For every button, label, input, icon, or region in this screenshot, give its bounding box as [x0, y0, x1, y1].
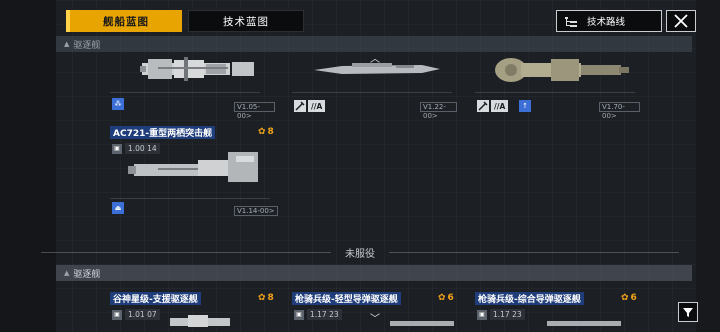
level-icon: ▣	[294, 309, 304, 320]
ship-level: ▣ 1.01 07	[112, 309, 160, 320]
version-tag: V1.14-00>	[234, 206, 278, 216]
version-tag: V1.05-00>	[234, 102, 275, 120]
collapse-triangle-icon: ▲	[64, 40, 70, 48]
tab-tech-blueprint[interactable]: 技术蓝图	[188, 10, 304, 32]
ship-card-ceres[interactable]: 谷神星级-支援驱逐舰 ✿ 8 ▣ 1.01 07	[110, 292, 280, 332]
ship-card-1[interactable]: ⁂ V1.05-00>	[110, 52, 275, 120]
close-button[interactable]	[666, 10, 696, 32]
divider-line	[389, 252, 679, 253]
ship-name: 枪骑兵级-轻型导弹驱逐舰	[292, 292, 401, 305]
right-margin	[696, 0, 720, 332]
cost-gear-icon: ✿	[621, 293, 629, 303]
unit-icon: ⁂	[112, 98, 124, 110]
cost-gear-icon: ✿	[258, 127, 266, 137]
level-icon: ▣	[112, 143, 122, 154]
collapse-triangle-icon: ▲	[64, 269, 70, 277]
level-icon: ▣	[112, 309, 122, 320]
close-icon	[674, 14, 688, 28]
uncommissioned-divider: 未服役	[0, 245, 720, 260]
ship-name: 谷神星级-支援驱逐舰	[110, 292, 201, 305]
ship-image	[140, 57, 254, 81]
tech-tree-icon	[565, 17, 577, 27]
ship-card-2[interactable]: ︿ //A V1.22-00>	[292, 50, 457, 120]
filter-icon	[683, 308, 693, 317]
ship-card-3[interactable]: //A ↑ V1.70-00>	[475, 52, 640, 120]
tech-route-label: 技术路线	[587, 17, 626, 28]
class-tag: //A	[491, 100, 509, 112]
class-tag: //A	[308, 100, 326, 112]
ship-name: AC721-重型两栖突击舰	[110, 126, 216, 139]
ship-card-lancer-light[interactable]: 枪骑兵级-轻型导弹驱逐舰 ✿ 6 ▣ 1.17 23 ﹀	[292, 292, 462, 332]
ship-image	[390, 321, 454, 326]
version-tag: V1.70-00>	[599, 102, 640, 120]
ship-name: 枪骑兵级-综合导弹驱逐舰	[475, 292, 584, 305]
weapon-icon	[294, 100, 306, 112]
scroll-up-chevron-icon[interactable]: ︿	[370, 50, 380, 65]
ship-image	[170, 315, 230, 327]
section-title: 驱逐舰	[73, 40, 101, 51]
unit-icon: ⏏	[112, 202, 124, 214]
top-bar: 舰船蓝图 技术蓝图 技术路线	[58, 8, 696, 34]
weapon-icon	[477, 100, 489, 112]
tech-route-button[interactable]: 技术路线	[556, 10, 662, 32]
section-title: 驱逐舰	[73, 269, 101, 280]
ship-image	[547, 321, 621, 326]
ship-cost: ✿ 6	[621, 293, 637, 303]
left-margin	[0, 0, 56, 332]
section-header-destroyer-uncommissioned[interactable]: ▲ 驱逐舰	[56, 265, 692, 281]
tab-ship-blueprint[interactable]: 舰船蓝图	[66, 10, 182, 32]
cost-gear-icon: ✿	[438, 293, 446, 303]
cost-gear-icon: ✿	[258, 293, 266, 303]
ship-image	[495, 58, 629, 82]
ship-level: ▣ 1.17 23	[477, 309, 525, 320]
version-tag: V1.22-00>	[420, 102, 457, 120]
level-icon: ▣	[477, 309, 487, 320]
divider-label: 未服役	[345, 249, 375, 260]
ship-level: ▣ 1.17 23	[294, 309, 342, 320]
arrow-up-icon: ↑	[519, 100, 531, 112]
filter-button[interactable]	[678, 302, 698, 322]
ship-card-ac721[interactable]: AC721-重型两栖突击舰 ✿ 8 ▣ 1.00 14 ⏏ V1.14-00>	[110, 126, 280, 218]
ship-cost: ✿ 8	[258, 127, 274, 137]
scroll-down-chevron-icon[interactable]: ﹀	[370, 310, 380, 325]
ship-cost: ✿ 6	[438, 293, 454, 303]
ship-card-lancer-integrated[interactable]: 枪骑兵级-综合导弹驱逐舰 ✿ 6 ▣ 1.17 23	[475, 292, 645, 332]
divider-line	[41, 252, 331, 253]
ship-image	[128, 152, 258, 182]
ship-cost: ✿ 8	[258, 293, 274, 303]
